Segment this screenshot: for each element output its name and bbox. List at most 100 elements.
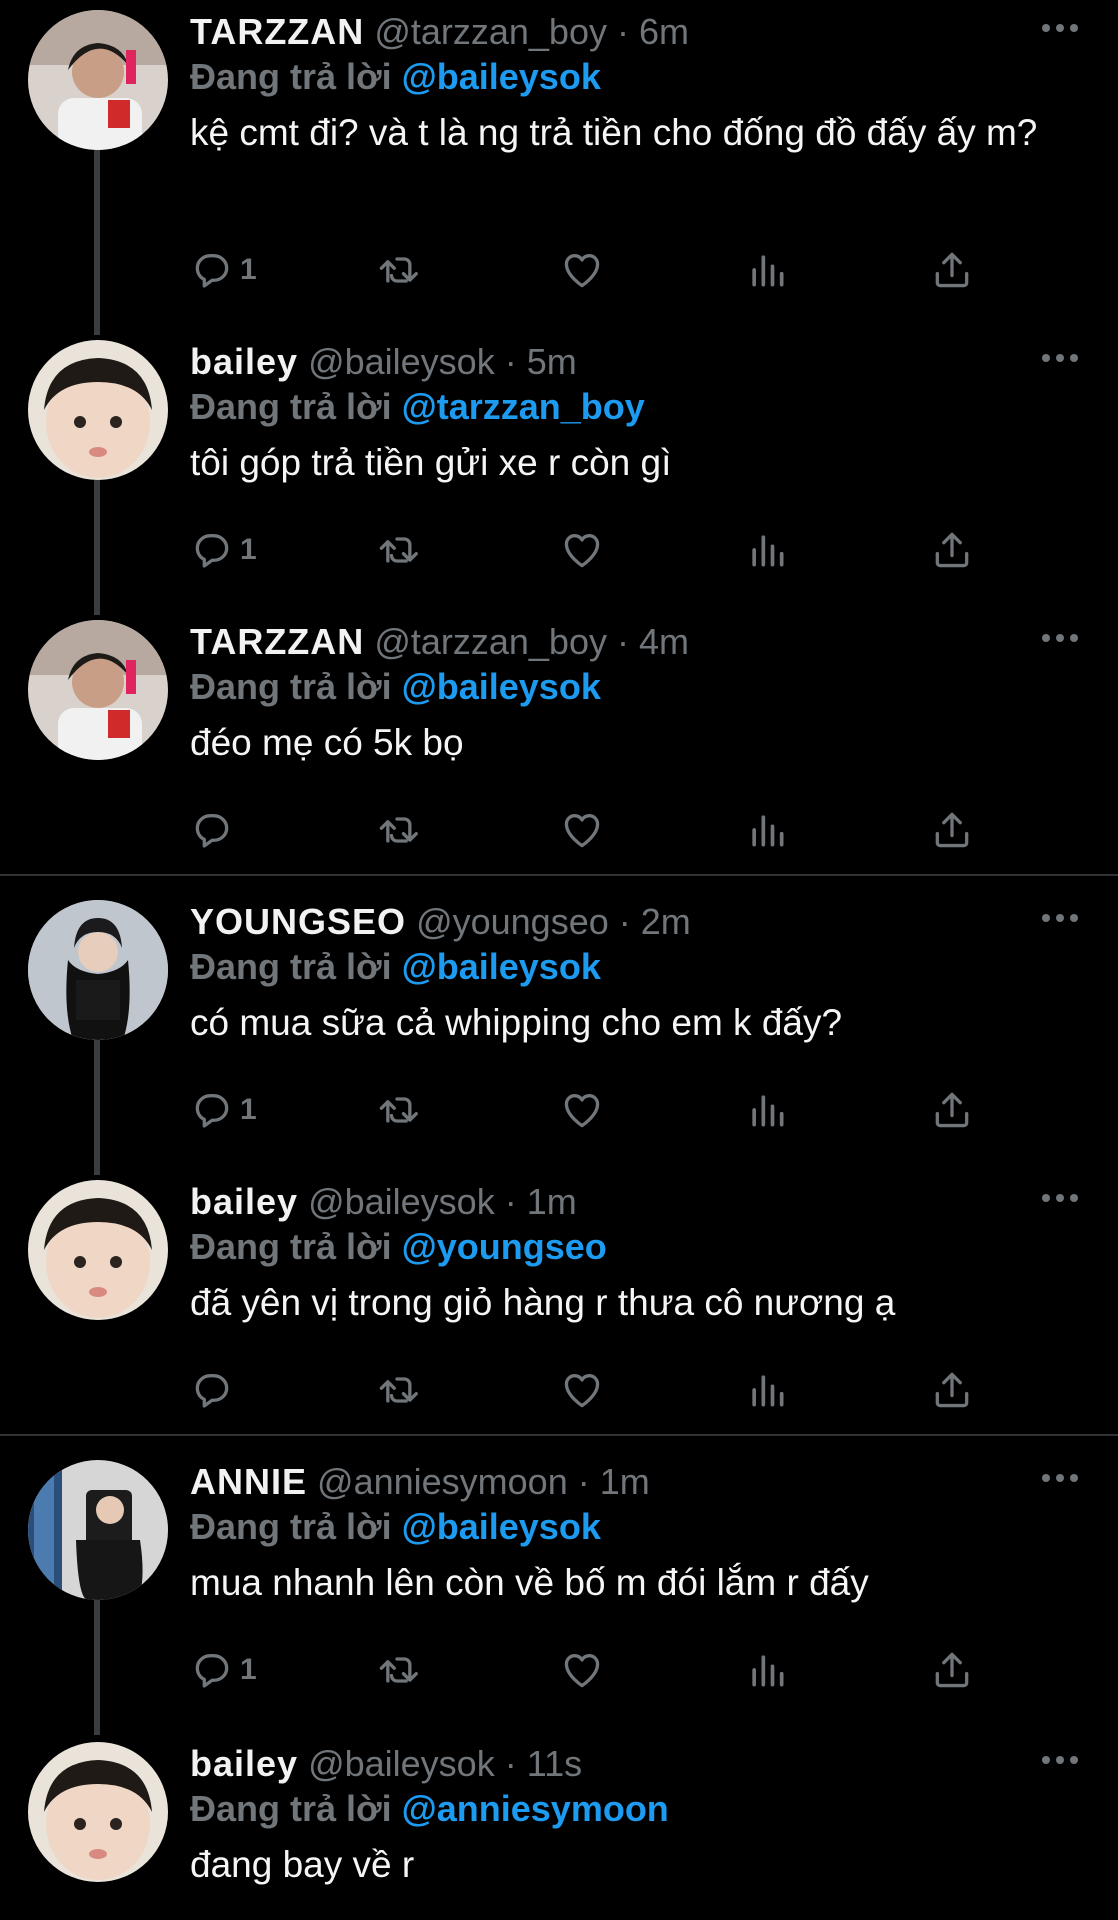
mention-link[interactable]: @baileysok [402, 1506, 601, 1547]
avatar[interactable] [28, 620, 168, 760]
tweet-actions [190, 1360, 1010, 1420]
tweet-actions: 1 [190, 520, 1010, 580]
tweet-text: đã yên vị trong giỏ hàng r thưa cô nương… [190, 1282, 896, 1323]
display-name[interactable]: ANNIE [190, 1461, 307, 1502]
user-handle[interactable]: @anniesymoon [317, 1461, 568, 1502]
avatar[interactable] [28, 1460, 168, 1600]
analytics-button[interactable] [745, 240, 789, 300]
share-icon [935, 252, 969, 288]
more-icon[interactable] [1040, 908, 1080, 928]
share-button[interactable] [930, 520, 974, 580]
timestamp[interactable]: 2m [641, 901, 691, 942]
timestamp[interactable]: 6m [639, 11, 689, 52]
tweet-text: có mua sữa cả whipping cho em k đấy? [190, 1002, 843, 1043]
like-button[interactable] [560, 520, 604, 580]
replying-to-label: Đang trả lời [190, 1226, 392, 1267]
display-name[interactable]: bailey [190, 341, 298, 382]
display-name[interactable]: TARZZAN [190, 11, 364, 52]
timestamp[interactable]: 1m [600, 1461, 650, 1502]
display-name[interactable]: bailey [190, 1181, 298, 1222]
timestamp[interactable]: 11s [527, 1743, 582, 1784]
user-handle[interactable]: @youngseo [416, 901, 609, 942]
timestamp[interactable]: 1m [527, 1181, 577, 1222]
more-icon[interactable] [1040, 18, 1080, 38]
thread-line [94, 480, 100, 615]
heart-icon [564, 814, 600, 848]
tweet[interactable]: YOUNGSEO @youngseo · 2m Đang trả lời @ba… [0, 890, 1118, 1175]
tweet[interactable]: bailey @baileysok · 1m Đang trả lời @you… [0, 1170, 1118, 1435]
reply-button[interactable] [190, 800, 240, 860]
avatar[interactable] [28, 10, 168, 150]
reply-button[interactable] [190, 1360, 240, 1420]
replying-to: Đang trả lời @anniesymoon [190, 1786, 1090, 1832]
analytics-button[interactable] [745, 800, 789, 860]
user-handle[interactable]: @baileysok [308, 1181, 495, 1222]
analytics-button[interactable] [745, 1080, 789, 1140]
tweet[interactable]: bailey @baileysok · 5m Đang trả lời @tar… [0, 330, 1118, 615]
mention-link[interactable]: @baileysok [402, 56, 601, 97]
tweet[interactable]: bailey @baileysok · 11s Đang trả lời @an… [0, 1732, 1118, 1920]
tweet[interactable]: ANNIE @anniesymoon · 1m Đang trả lời @ba… [0, 1450, 1118, 1735]
more-icon[interactable] [1040, 1468, 1080, 1488]
thread-line [94, 1600, 100, 1735]
heart-icon [564, 1374, 600, 1408]
analytics-button[interactable] [745, 1360, 789, 1420]
share-button[interactable] [930, 800, 974, 860]
share-button[interactable] [930, 1360, 974, 1420]
replying-to: Đang trả lời @baileysok [190, 944, 1090, 990]
retweet-icon [379, 1377, 418, 1403]
avatar[interactable] [28, 1180, 168, 1320]
like-button[interactable] [560, 800, 604, 860]
mention-link[interactable]: @baileysok [402, 946, 601, 987]
reply-button[interactable]: 1 [190, 520, 257, 580]
mention-link[interactable]: @tarzzan_boy [402, 386, 645, 427]
user-handle[interactable]: @tarzzan_boy [374, 11, 607, 52]
share-button[interactable] [930, 1640, 974, 1700]
retweet-icon [379, 1657, 418, 1683]
analytics-button[interactable] [745, 1640, 789, 1700]
mention-link[interactable]: @youngseo [402, 1226, 607, 1267]
display-name[interactable]: TARZZAN [190, 621, 364, 662]
replying-to: Đang trả lời @baileysok [190, 1504, 1090, 1550]
retweet-button[interactable] [375, 240, 419, 300]
retweet-button[interactable] [375, 800, 419, 860]
avatar[interactable] [28, 900, 168, 1040]
retweet-button[interactable] [375, 1360, 419, 1420]
user-handle[interactable]: @baileysok [308, 341, 495, 382]
more-icon[interactable] [1040, 1750, 1080, 1770]
share-button[interactable] [930, 1080, 974, 1140]
like-button[interactable] [560, 1640, 604, 1700]
mention-link[interactable]: @baileysok [402, 666, 601, 707]
reply-button[interactable]: 1 [190, 1080, 257, 1140]
more-icon[interactable] [1040, 348, 1080, 368]
timestamp[interactable]: 5m [527, 341, 577, 382]
reply-button[interactable]: 1 [190, 240, 257, 300]
like-button[interactable] [560, 1080, 604, 1140]
replying-to-label: Đang trả lời [190, 386, 392, 427]
heart-icon [564, 534, 600, 568]
tweet[interactable]: TARZZAN @tarzzan_boy · 6m Đang trả lời @… [0, 0, 1118, 335]
avatar[interactable] [28, 1742, 168, 1882]
user-handle[interactable]: @baileysok [308, 1743, 495, 1784]
thread-line [94, 1040, 100, 1175]
like-button[interactable] [560, 1360, 604, 1420]
mention-link[interactable]: @anniesymoon [402, 1788, 669, 1829]
analytics-button[interactable] [745, 520, 789, 580]
tweet[interactable]: TARZZAN @tarzzan_boy · 4m Đang trả lời @… [0, 610, 1118, 875]
retweet-button[interactable] [375, 520, 419, 580]
avatar[interactable] [28, 340, 168, 480]
display-name[interactable]: bailey [190, 1743, 298, 1784]
reply-count: 1 [240, 1093, 257, 1126]
reply-button[interactable]: 1 [190, 1640, 257, 1700]
retweet-button[interactable] [375, 1080, 419, 1140]
user-handle[interactable]: @tarzzan_boy [374, 621, 607, 662]
bar-chart-icon [752, 1655, 784, 1687]
retweet-button[interactable] [375, 1640, 419, 1700]
more-icon[interactable] [1040, 628, 1080, 648]
more-icon[interactable] [1040, 1188, 1080, 1208]
separator-dot: · [504, 341, 517, 382]
timestamp[interactable]: 4m [639, 621, 689, 662]
share-button[interactable] [930, 240, 974, 300]
display-name[interactable]: YOUNGSEO [190, 901, 406, 942]
like-button[interactable] [560, 240, 604, 300]
